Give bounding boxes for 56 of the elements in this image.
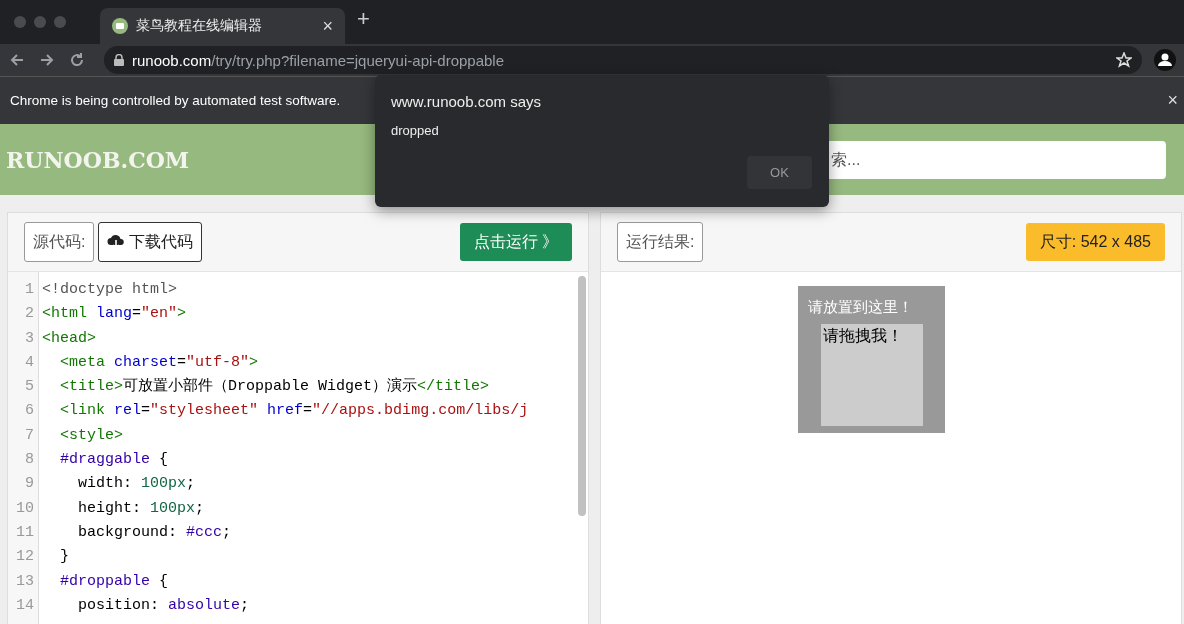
window-close-dot[interactable] — [14, 16, 26, 28]
line-number: 8 — [24, 450, 35, 471]
address-bar[interactable]: runoob.com/try/try.php?filename=jqueryui-api-droppable — [104, 46, 1142, 74]
scrollbar-thumb[interactable] — [578, 276, 586, 516]
line-number: 13 — [15, 571, 35, 592]
drop-target[interactable]: 请放置到这里！ 请拖拽我！ — [797, 286, 945, 433]
window-minimize-dot[interactable] — [34, 16, 46, 28]
new-tab-button[interactable]: + — [357, 6, 370, 32]
code-line: <head> — [42, 328, 97, 349]
line-number: 10 — [15, 498, 35, 519]
line-number: 11 — [15, 522, 35, 543]
star-icon[interactable] — [1116, 52, 1132, 68]
tab-close-button[interactable]: × — [322, 15, 333, 37]
window-zoom-dot[interactable] — [54, 16, 66, 28]
code-line: } — [59, 547, 70, 568]
line-number: 7 — [24, 425, 35, 446]
code-line: #droppable { — [59, 571, 170, 592]
code-line: #draggable { — [59, 450, 170, 471]
line-number: 2 — [24, 304, 35, 325]
dialog-title: www.runoob.com says — [391, 93, 543, 110]
profile-icon[interactable] — [1154, 49, 1176, 71]
line-number: 9 — [24, 474, 35, 495]
download-code-button[interactable]: 下载代码 — [98, 222, 203, 262]
line-number: 12 — [15, 547, 35, 568]
url-text: runoob.com/try/try.php?filename=jqueryui-api-droppable — [132, 51, 505, 69]
code-line: <!doctype html> — [42, 280, 179, 300]
line-number: 6 — [24, 401, 35, 422]
code-line: <link rel="stylesheet" href="//apps.bdimg.com/libs/j — [59, 401, 530, 422]
code-line: <title>可放置小部件（Droppable Widget）演示</title> — [59, 376, 491, 398]
lock-icon — [114, 54, 124, 66]
code-line: position: absolute; — [77, 595, 251, 616]
line-number: 14 — [15, 595, 35, 616]
line-number: 3 — [24, 328, 35, 349]
code-line: <style> — [59, 425, 124, 446]
line-number: 1 — [24, 280, 35, 300]
size-label: 尺寸: 542 x 485 — [1025, 223, 1165, 261]
code-line: background: #ccc; — [77, 522, 233, 543]
line-number: 4 — [24, 352, 35, 373]
drop-target-label: 请放置到这里！ — [807, 298, 913, 316]
draggable-box[interactable]: 请拖拽我！ — [820, 324, 923, 426]
tab-title: 菜鸟教程在线编辑器 — [136, 17, 263, 35]
code-line: <html lang="en"> — [42, 304, 188, 325]
dialog-message: dropped — [391, 123, 440, 138]
result-label-button[interactable]: 运行结果: — [617, 222, 704, 262]
reload-icon[interactable] — [68, 51, 86, 69]
code-line: width: 100px; — [77, 474, 197, 495]
infobar-message: Chrome is being controlled by automated test software. — [10, 93, 341, 108]
run-button[interactable]: 点击运行 》 — [459, 223, 572, 261]
infobar-close-button[interactable]: × — [1167, 90, 1178, 111]
ok-button[interactable]: OK — [747, 156, 812, 189]
browser-tab[interactable]: 菜鸟教程在线编辑器 × — [100, 8, 345, 44]
code-line: height: 100px; — [77, 498, 206, 519]
source-code-button[interactable]: 源代码: — [24, 222, 95, 262]
line-number: 5 — [24, 377, 35, 398]
site-icon — [112, 18, 128, 34]
code-line: <meta charset="utf-8"> — [59, 352, 260, 373]
